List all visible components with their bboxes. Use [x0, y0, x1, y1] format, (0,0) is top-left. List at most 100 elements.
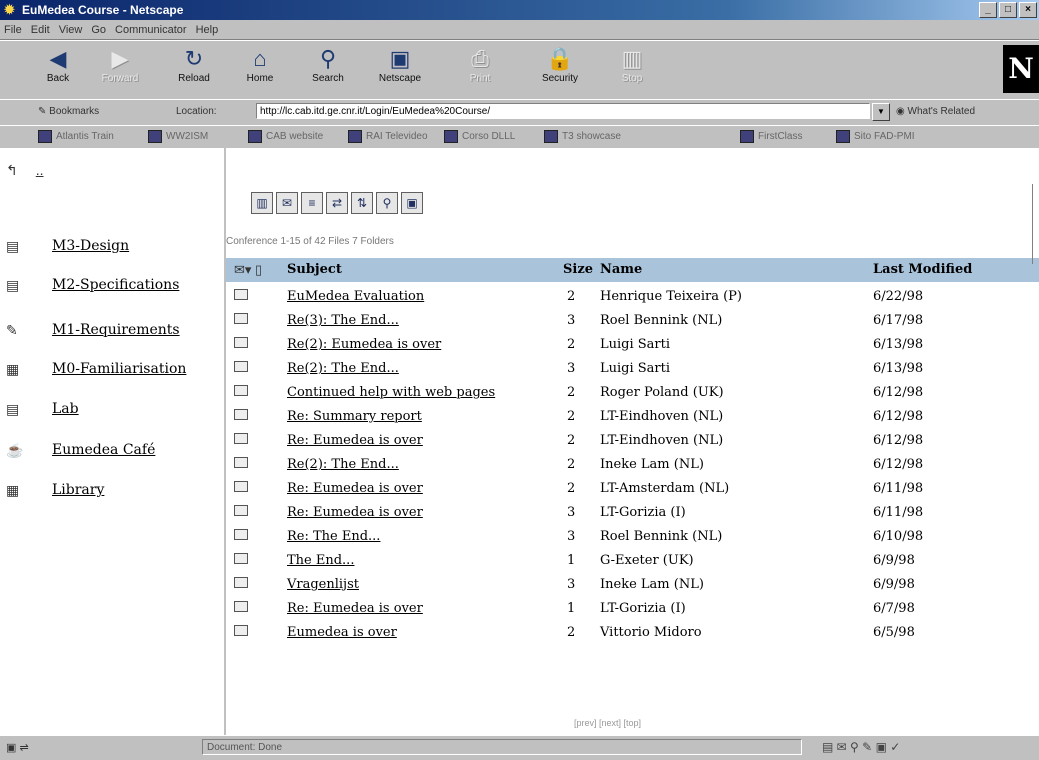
nav-item-label[interactable]: M3-Design	[52, 238, 129, 254]
nav-item-eumedea-cafe[interactable]: ☕ Eumedea Café	[6, 438, 155, 462]
whats-related-button[interactable]: ◉ What's Related	[896, 106, 975, 117]
nav-item-label[interactable]: M0-Familiarisation	[52, 361, 186, 377]
component-bar-icons[interactable]: ▤ ✉ ⚲ ✎ ▣ ✓	[822, 740, 900, 754]
search-label: Search	[312, 73, 344, 84]
message-date: 6/11/98	[873, 505, 924, 520]
table-row: Re: Eumedea is over 2 LT-Amsterdam (NL) 6/1…	[226, 477, 1039, 500]
search-icon[interactable]: ⚲	[376, 192, 398, 214]
sort-icon[interactable]: ⇅	[351, 192, 373, 214]
search-button[interactable]: ⚲ Search	[298, 45, 358, 95]
nav-item-label[interactable]: Eumedea Café	[52, 442, 155, 458]
column-subject[interactable]: Subject	[287, 262, 342, 277]
message-author: Henrique Teixeira (P)	[600, 289, 742, 304]
url-field[interactable]: http://lc.cab.itd.ge.cnr.it/Login/EuMede…	[256, 103, 870, 119]
reload-button[interactable]: ↻ Reload	[164, 45, 224, 95]
reply-icon[interactable]: ⇄	[326, 192, 348, 214]
nav-item-label[interactable]: M2-Specifications	[52, 277, 179, 293]
maximize-button[interactable]: □	[999, 2, 1017, 18]
bookmark-link[interactable]: WW2ISM	[148, 130, 208, 143]
table-row: Eumedea is over 2 Vittorio Midoro 6/5/98	[226, 621, 1039, 644]
folder-icon: ▤	[6, 237, 20, 254]
nav-item-m0-familiarisation[interactable]: ▦ M0-Familiarisation	[6, 357, 186, 381]
menu-help[interactable]: Help	[196, 24, 219, 36]
document-icon[interactable]: ▣	[401, 192, 423, 214]
message-subject-link[interactable]: Re(2): The End...	[287, 457, 399, 472]
forward-label: Forward	[101, 73, 139, 84]
message-date: 6/17/98	[873, 313, 924, 328]
forward-arrow-icon: ▶	[111, 46, 129, 71]
bookmark-label: FirstClass	[758, 131, 803, 143]
message-subject-link[interactable]: Re(3): The End...	[287, 313, 399, 328]
bookmark-label: CAB website	[266, 131, 324, 143]
home-button[interactable]: ⌂ Home	[230, 45, 290, 95]
print-button[interactable]: ⎙ Print	[450, 45, 510, 95]
menu-communicator[interactable]: Communicator	[115, 24, 187, 36]
message-icon	[234, 337, 248, 348]
netscape-button[interactable]: ▣ Netscape	[370, 45, 430, 95]
menu-view[interactable]: View	[59, 24, 83, 36]
bookmark-link[interactable]: CAB website	[248, 130, 323, 143]
message-subject-link[interactable]: Re(2): The End...	[287, 361, 399, 376]
menu-file[interactable]: File	[4, 24, 22, 36]
nav-item-m2-specifications[interactable]: ▤ M2-Specifications	[6, 273, 179, 297]
nav-item-lab[interactable]: ▤ Lab	[6, 397, 79, 421]
nav-item-m1-requirements[interactable]: ✎ M1-Requirements	[6, 318, 180, 342]
message-author: Luigi Sarti	[600, 337, 671, 352]
nav-item-label[interactable]: Lab	[52, 401, 79, 417]
menu-edit[interactable]: Edit	[31, 24, 50, 36]
message-size: 3	[567, 313, 576, 328]
security-button[interactable]: 🔒 Security	[530, 45, 590, 95]
window-title: EuMedea Course - Netscape	[22, 3, 184, 17]
bookmark-link[interactable]: Atlantis Train	[38, 130, 114, 143]
bookmark-link[interactable]: T3 showcase	[544, 130, 621, 143]
bookmark-label: T3 showcase	[562, 131, 621, 143]
bookmark-link[interactable]: RAI Televideo	[348, 130, 428, 143]
back-button[interactable]: ◀ Back	[28, 45, 88, 95]
nav-item-label[interactable]: M1-Requirements	[52, 322, 180, 338]
forward-button[interactable]: ▶ Forward	[90, 45, 150, 95]
bookmark-link[interactable]: Corso DLLL	[444, 130, 515, 143]
message-size: 2	[567, 457, 576, 472]
bookmark-link[interactable]: FirstClass	[740, 130, 802, 143]
list-icon[interactable]: ≡	[301, 192, 323, 214]
table-row: Re: Eumedea is over 3 LT-Gorizia (I) 6/11/9…	[226, 501, 1039, 524]
bookmarks-button[interactable]: ✎ Bookmarks	[38, 106, 99, 117]
nav-item-label[interactable]: Library	[52, 482, 104, 498]
url-dropdown-button[interactable]: ▼	[872, 103, 890, 121]
new-message-icon[interactable]: ✉	[276, 192, 298, 214]
pager-links[interactable]: [prev] [next] [top]	[574, 718, 641, 728]
bookmark-link[interactable]: Sito FAD-PMI	[836, 130, 915, 143]
vertical-scrollbar[interactable]	[1032, 184, 1039, 264]
parent-folder-link[interactable]: ↰..	[6, 162, 44, 179]
window-title-bar[interactable]: ✹ EuMedea Course - Netscape _ □ ×	[0, 0, 1039, 20]
column-last-modified[interactable]: Last Modified	[873, 262, 972, 277]
table-row: Re(2): The End... 3 Luigi Sarti 6/13/98	[226, 357, 1039, 380]
calendar-icon[interactable]: ▥	[251, 192, 273, 214]
minimize-button[interactable]: _	[979, 2, 997, 18]
message-subject-link[interactable]: Re: The End...	[287, 529, 380, 544]
message-subject-link[interactable]: The End...	[287, 553, 354, 568]
stop-button[interactable]: ▥ Stop	[602, 45, 662, 95]
message-subject-link[interactable]: Re: Eumedea is over	[287, 433, 423, 448]
nav-item-library[interactable]: ▦ Library	[6, 478, 104, 502]
message-subject-link[interactable]: Continued help with web pages	[287, 385, 495, 400]
bookmark-page-icon	[836, 130, 850, 143]
message-subject-link[interactable]: Re: Summary report	[287, 409, 422, 424]
netscape-logo[interactable]: N	[1003, 45, 1039, 93]
close-button[interactable]: ×	[1019, 2, 1037, 18]
message-subject-link[interactable]: Re: Eumedea is over	[287, 601, 423, 616]
menu-go[interactable]: Go	[91, 24, 106, 36]
message-subject-link[interactable]: Re: Eumedea is over	[287, 505, 423, 520]
conference-status: Conference 1-15 of 42 Files 7 Folders	[226, 236, 394, 247]
message-date: 6/12/98	[873, 385, 924, 400]
message-subject-link[interactable]: EuMedea Evaluation	[287, 289, 424, 304]
message-subject-link[interactable]: Eumedea is over	[287, 625, 397, 640]
column-size[interactable]: Size	[563, 262, 593, 277]
nav-item-m3-design[interactable]: ▤ M3-Design	[6, 234, 129, 258]
column-name[interactable]: Name	[600, 262, 642, 277]
message-subject-link[interactable]: Re(2): Eumedea is over	[287, 337, 441, 352]
message-subject-link[interactable]: Vragenlijst	[287, 577, 359, 592]
menu-bar: File Edit View Go Communicator Help	[0, 20, 1039, 40]
message-subject-link[interactable]: Re: Eumedea is over	[287, 481, 423, 496]
message-icon	[234, 409, 248, 420]
